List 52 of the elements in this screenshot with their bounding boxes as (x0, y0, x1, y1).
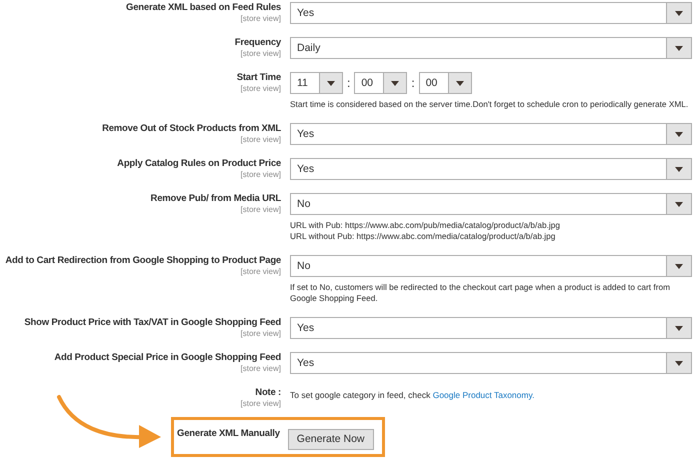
caret-icon (675, 46, 683, 50)
field-label: Start Time (236, 72, 281, 84)
scope-label: [store view] (240, 267, 281, 276)
field-label: Remove Out of Stock Products from XML (102, 123, 281, 135)
caret-icon (675, 326, 683, 330)
caret-icon (391, 80, 400, 86)
select-field[interactable]: Yes (290, 2, 692, 24)
field-note: URL without Pub: https://www.abc.com/media/catalog/product/a/b/ab.jpg (290, 231, 556, 242)
select-field[interactable]: Yes (290, 317, 692, 339)
select-field[interactable]: 11 (290, 72, 343, 94)
caret-icon (327, 80, 335, 86)
caret-icon (675, 166, 683, 172)
scope-label: [store view] (240, 329, 281, 338)
caret-icon (675, 202, 683, 206)
select-field[interactable]: 00 (354, 72, 408, 94)
field-label: Note : (255, 387, 281, 399)
field-label: Generate XML Manually (177, 428, 280, 440)
select-field[interactable]: Yes (290, 158, 692, 180)
caret-icon (456, 80, 464, 86)
caret-icon (675, 132, 683, 136)
field-note: If set to No, customers will be redirected to the checkout cart page when a product is added to cart from Google Shopping Feed. (290, 282, 672, 304)
caret-icon (675, 10, 683, 16)
note-text: To set google category in feed, check Google Product Taxonomy. (290, 390, 536, 400)
select-field[interactable]: Yes (290, 352, 692, 374)
scope-label: [store view] (240, 399, 281, 408)
taxonomy-link[interactable]: Google Product Taxonomy. (432, 390, 534, 400)
field-note: Start time is considered based on the server time.Don't forget to schedule cron to periodically generate XML. (290, 99, 690, 110)
field-label: Add to Cart Redirection from Google Shopping to Product Page (5, 255, 281, 267)
scope-label: [store view] (240, 49, 281, 58)
select-field[interactable]: Daily (290, 37, 692, 59)
caret-icon (675, 264, 683, 268)
scope-label: [store view] (240, 135, 281, 144)
scope-label: [store view] (240, 14, 281, 23)
field-label: Add Product Special Price in Google Shopping Feed (54, 352, 281, 364)
field-label: Remove Pub/ from Media URL (150, 193, 281, 205)
time-separator: : (347, 76, 350, 90)
scope-label: [store view] (240, 84, 281, 93)
select-field[interactable]: 00 (418, 72, 472, 94)
field-label: Apply Catalog Rules on Product Price (117, 158, 281, 170)
field-label: Show Product Price with Tax/VAT in Google Shopping Feed (24, 317, 281, 329)
select-field[interactable]: No (290, 255, 692, 277)
select-field[interactable]: Yes (290, 123, 692, 145)
generate-button[interactable]: Generate Now (288, 428, 374, 450)
field-label: Frequency (234, 37, 281, 49)
select-field[interactable]: No (290, 193, 692, 215)
scope-label: [store view] (240, 170, 281, 179)
field-note: URL with Pub: https://www.abc.com/pub/media/catalog/product/a/b/ab.jpg (290, 220, 561, 231)
scope-label: [store view] (240, 364, 281, 373)
scope-label: [store view] (240, 205, 281, 214)
field-label: Generate XML based on Feed Rules (126, 2, 281, 14)
caret-icon (675, 360, 683, 366)
time-separator: : (411, 76, 415, 90)
